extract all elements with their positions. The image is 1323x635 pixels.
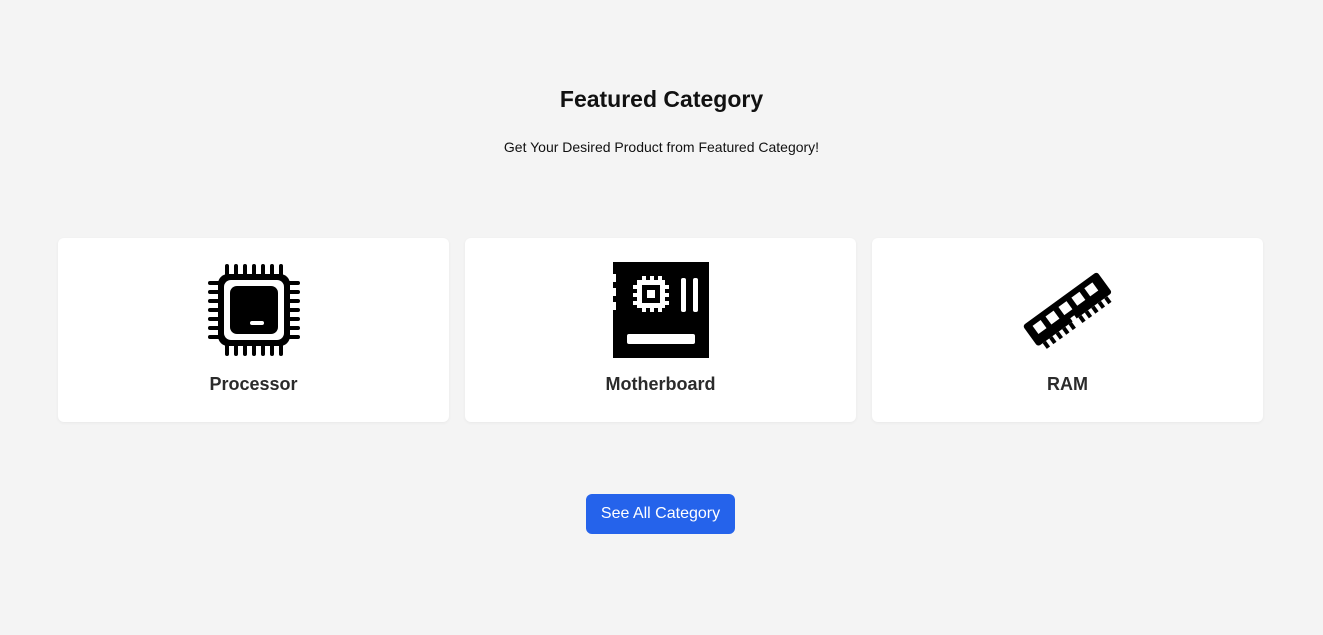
category-cards: Processor Motherboard RAM bbox=[58, 238, 1263, 422]
section-title: Featured Category bbox=[559, 86, 764, 112]
featured-category-section: Featured Category Get Your Desired Produ… bbox=[0, 0, 1323, 635]
ram-icon bbox=[1020, 262, 1116, 358]
category-card-motherboard[interactable]: Motherboard bbox=[465, 238, 856, 422]
category-card-ram[interactable]: RAM bbox=[872, 238, 1263, 422]
cpu-icon bbox=[206, 262, 302, 358]
category-card-processor[interactable]: Processor bbox=[58, 238, 449, 422]
category-label: RAM bbox=[1047, 374, 1088, 394]
motherboard-icon bbox=[612, 262, 709, 358]
section-subtitle: Get Your Desired Product from Featured C… bbox=[503, 139, 820, 155]
category-label: Motherboard bbox=[605, 374, 716, 394]
see-all-category-button[interactable]: See All Category bbox=[586, 494, 735, 534]
category-label: Processor bbox=[209, 374, 298, 394]
